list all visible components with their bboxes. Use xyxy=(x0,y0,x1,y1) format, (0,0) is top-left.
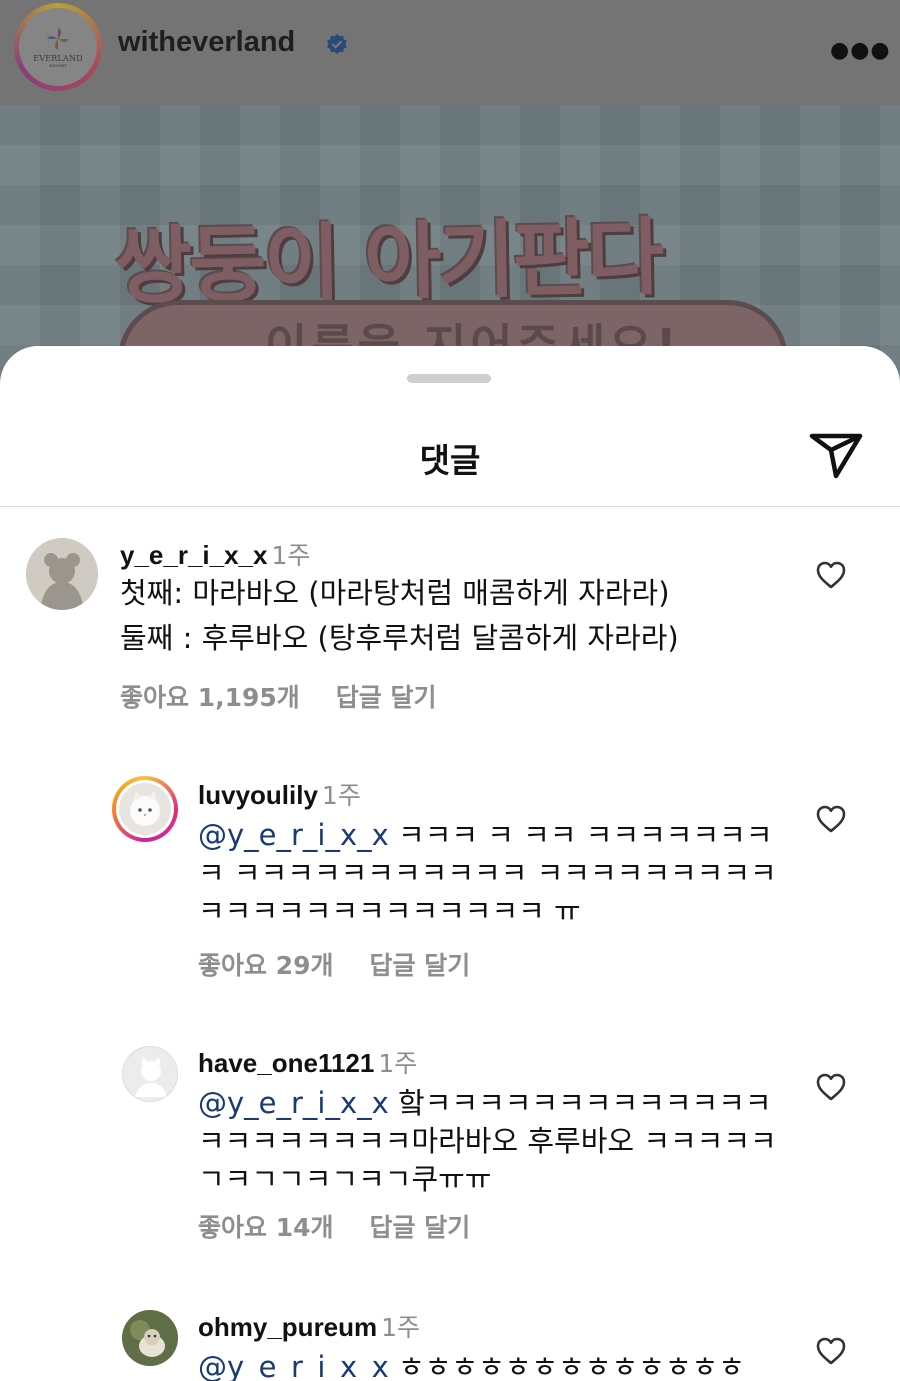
comment-text-line: ㅋㅋㅋㅋㅋㅋㅋㅋ마라바오 후루바오 ㅋㅋㅋㅋㅋ xyxy=(198,1124,777,1158)
avatar[interactable] xyxy=(122,1046,178,1102)
send-icon[interactable] xyxy=(806,430,866,482)
comment-text-line: ㅋㅋㅋㅋㅋㅋㅋㅋㅋㅋㅋㅋㅋ ㅠ xyxy=(198,894,581,928)
like-count[interactable]: 좋아요 14개 xyxy=(198,1213,334,1242)
like-count[interactable]: 좋아요 1,195개 xyxy=(120,683,300,712)
heart-icon[interactable] xyxy=(815,1072,847,1102)
sheet-divider xyxy=(0,506,900,507)
comments-title: 댓글 xyxy=(419,441,481,480)
avatar[interactable] xyxy=(26,538,98,610)
comment-actions: 좋아요 1,195개 답글 달기 xyxy=(120,678,437,714)
logo-text: EVERLAND xyxy=(33,54,83,63)
heart-icon[interactable] xyxy=(815,804,847,834)
comment-header: ohmy_pureum 1주 xyxy=(198,1308,420,1344)
comment-time: 1주 xyxy=(271,541,311,570)
everland-logo-avatar[interactable]: EVERLAND RESORT xyxy=(19,8,97,86)
comment-text: 핰ㅋㅋㅋㅋㅋㅋㅋㅋㅋㅋㅋㅋㅋ xyxy=(388,1086,772,1120)
reply-button[interactable]: 답글 달기 xyxy=(370,951,471,980)
comment-time: 1주 xyxy=(378,1049,418,1078)
dog-photo-avatar-icon xyxy=(122,1310,178,1366)
comment-text: ㅋㅋㅋ ㅋ ㅋㅋ ㅋㅋㅋㅋㅋㅋㅋ xyxy=(388,818,773,852)
reply-item: luvyoulily 1주 @y_e_r_i_x_x ㅋㅋㅋ ㅋ ㅋㅋ ㅋㅋㅋㅋㅋ… xyxy=(0,774,900,994)
white-kitten-avatar-icon xyxy=(119,783,171,835)
reply-button[interactable]: 답글 달기 xyxy=(370,1213,471,1242)
verified-badge-icon xyxy=(327,34,347,54)
reply-button[interactable]: 답글 달기 xyxy=(336,683,437,712)
comment-time: 1주 xyxy=(381,1313,421,1342)
bear-silhouette-icon xyxy=(26,538,98,610)
comment-username[interactable]: have_one1121 xyxy=(198,1048,374,1078)
sheet-drag-handle[interactable] xyxy=(407,374,491,383)
comment-text-line: ㅋ ㅋㅋㅋㅋㅋㅋㅋㅋㅋㅋㅋ ㅋㅋㅋㅋㅋㅋㅋㅋㅋ xyxy=(198,856,777,890)
more-options-icon[interactable]: ●●● xyxy=(830,38,891,63)
reply-item: have_one1121 1주 @y_e_r_i_x_x 핰ㅋㅋㅋㅋㅋㅋㅋㅋㅋㅋㅋ… xyxy=(0,1042,900,1262)
comment-text-line: 둘째 : 후루바오 (탕후루처럼 달콤하게 자라라) xyxy=(120,621,679,655)
pinwheel-logo-icon xyxy=(47,28,69,50)
post-username[interactable]: witheverland xyxy=(118,26,295,59)
comment-text-line: @y_e_r_i_x_x ㅋㅋㅋ ㅋ ㅋㅋ ㅋㅋㅋㅋㅋㅋㅋ xyxy=(198,816,773,854)
heart-icon[interactable] xyxy=(815,1336,847,1366)
heart-icon[interactable] xyxy=(815,560,847,590)
comment-username[interactable]: y_e_r_i_x_x xyxy=(120,540,267,570)
comment-text-line: @y_e_r_i_x_x ㅎㅎㅎㅎㅎㅎㅎㅎㅎㅎㅎㅎㅎ xyxy=(198,1348,745,1381)
mention-link[interactable]: @y_e_r_i_x_x xyxy=(198,818,389,852)
comments-sheet: 댓글 y_e_r_i_x_x 1주 첫째: 마라바오 (마라탕처럼 매콤하게 자라… xyxy=(0,346,900,1381)
comment-username[interactable]: luvyoulily xyxy=(198,780,318,810)
comment-text-line: 첫째: 마라바오 (마라탕처럼 매콤하게 자라라) xyxy=(120,576,670,610)
logo-subtext: RESORT xyxy=(49,63,67,68)
comment-actions: 좋아요 14개 답글 달기 xyxy=(198,1208,470,1244)
comment-header: luvyoulily 1주 xyxy=(198,776,361,812)
comment-time: 1주 xyxy=(321,781,361,810)
comment-item: y_e_r_i_x_x 1주 첫째: 마라바오 (마라탕처럼 매콤하게 자라라) … xyxy=(0,534,900,724)
comment-text-line: ㄱㅋㄱㄱㅋㄱㅋㄱ쿠ㅠㅠ xyxy=(198,1162,492,1196)
avatar[interactable] xyxy=(122,1310,178,1366)
reply-item: ohmy_pureum 1주 @y_e_r_i_x_x ㅎㅎㅎㅎㅎㅎㅎㅎㅎㅎㅎㅎㅎ xyxy=(0,1306,900,1381)
comment-text: ㅎㅎㅎㅎㅎㅎㅎㅎㅎㅎㅎㅎㅎ xyxy=(388,1350,745,1381)
default-avatar-icon xyxy=(123,1047,177,1101)
comment-header: y_e_r_i_x_x 1주 xyxy=(120,536,310,572)
like-count[interactable]: 좋아요 29개 xyxy=(198,951,334,980)
mention-link[interactable]: @y_e_r_i_x_x xyxy=(198,1350,389,1381)
avatar[interactable] xyxy=(116,780,174,838)
comment-actions: 좋아요 29개 답글 달기 xyxy=(198,946,470,982)
comment-username[interactable]: ohmy_pureum xyxy=(198,1312,377,1342)
mention-link[interactable]: @y_e_r_i_x_x xyxy=(198,1086,389,1120)
post-header: EVERLAND RESORT witheverland ●●● xyxy=(0,0,900,105)
comment-header: have_one1121 1주 xyxy=(198,1044,417,1080)
comment-text-line: @y_e_r_i_x_x 핰ㅋㅋㅋㅋㅋㅋㅋㅋㅋㅋㅋㅋㅋ xyxy=(198,1084,772,1122)
